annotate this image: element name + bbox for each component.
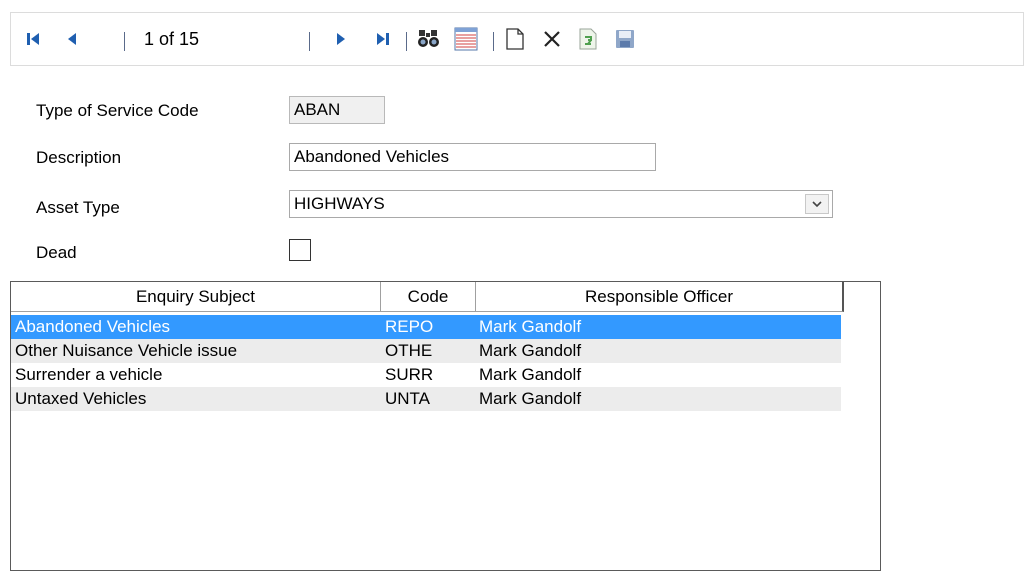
cell-code: REPO bbox=[385, 317, 434, 336]
asset-type-select[interactable]: HIGHWAYS bbox=[289, 190, 833, 218]
cell-responsible-officer: Mark Gandolf bbox=[479, 365, 582, 384]
grid-header: Enquiry Subject Code Responsible Officer bbox=[11, 282, 880, 312]
toolbar-separator bbox=[309, 32, 310, 51]
new-record-icon[interactable] bbox=[501, 13, 529, 65]
cell-enquiry-subject: Untaxed Vehicles bbox=[15, 389, 147, 408]
description-label: Description bbox=[36, 148, 122, 167]
cell-code: SURR bbox=[385, 365, 434, 384]
asset-type-value: HIGHWAYS bbox=[294, 194, 385, 213]
cell-enquiry-subject: Surrender a vehicle bbox=[15, 365, 163, 384]
table-row[interactable]: Abandoned Vehicles REPO Mark Gandolf bbox=[11, 315, 841, 339]
toolbar-separator bbox=[124, 32, 125, 51]
dead-label: Dead bbox=[36, 243, 77, 262]
type-of-service-code-label: Type of Service Code bbox=[36, 101, 199, 120]
save-icon[interactable] bbox=[611, 13, 639, 65]
cell-responsible-officer: Mark Gandolf bbox=[479, 341, 582, 360]
chevron-down-icon bbox=[812, 200, 822, 207]
cell-code: UNTA bbox=[385, 389, 431, 408]
first-record-icon[interactable] bbox=[21, 13, 45, 65]
table-row[interactable]: Surrender a vehicle SURR Mark Gandolf bbox=[11, 363, 841, 387]
cell-enquiry-subject: Other Nuisance Vehicle issue bbox=[15, 341, 238, 360]
cell-enquiry-subject: Abandoned Vehicles bbox=[15, 317, 171, 336]
column-header-enquiry-subject[interactable]: Enquiry Subject bbox=[11, 282, 381, 312]
enquiry-subjects-grid: Enquiry Subject Code Responsible Officer… bbox=[10, 281, 881, 571]
record-toolbar: 1 of 15 bbox=[10, 12, 1024, 66]
delete-icon[interactable] bbox=[538, 13, 566, 65]
description-field[interactable]: Abandoned Vehicles bbox=[289, 143, 656, 171]
copy-record-icon[interactable] bbox=[574, 13, 602, 65]
cell-responsible-officer: Mark Gandolf bbox=[479, 389, 582, 408]
next-record-icon[interactable] bbox=[330, 13, 352, 65]
toolbar-separator bbox=[406, 32, 407, 51]
asset-type-dropdown-button[interactable] bbox=[805, 194, 829, 214]
previous-record-icon[interactable] bbox=[61, 13, 83, 65]
cell-responsible-officer: Mark Gandolf bbox=[479, 317, 582, 336]
record-counter: 1 of 15 bbox=[144, 29, 200, 49]
asset-type-label: Asset Type bbox=[36, 198, 120, 217]
column-header-responsible-officer[interactable]: Responsible Officer bbox=[476, 282, 844, 312]
toolbar-separator bbox=[493, 32, 494, 51]
cell-code: OTHE bbox=[385, 341, 433, 360]
last-record-icon[interactable] bbox=[371, 13, 395, 65]
dead-checkbox[interactable] bbox=[289, 239, 311, 261]
column-header-code[interactable]: Code bbox=[381, 282, 476, 312]
find-icon[interactable] bbox=[415, 13, 443, 65]
list-view-icon[interactable] bbox=[452, 13, 480, 65]
table-row[interactable]: Other Nuisance Vehicle issue OTHE Mark G… bbox=[11, 339, 841, 363]
table-row[interactable]: Untaxed Vehicles UNTA Mark Gandolf bbox=[11, 387, 841, 411]
type-of-service-code-field: ABAN bbox=[289, 96, 385, 124]
